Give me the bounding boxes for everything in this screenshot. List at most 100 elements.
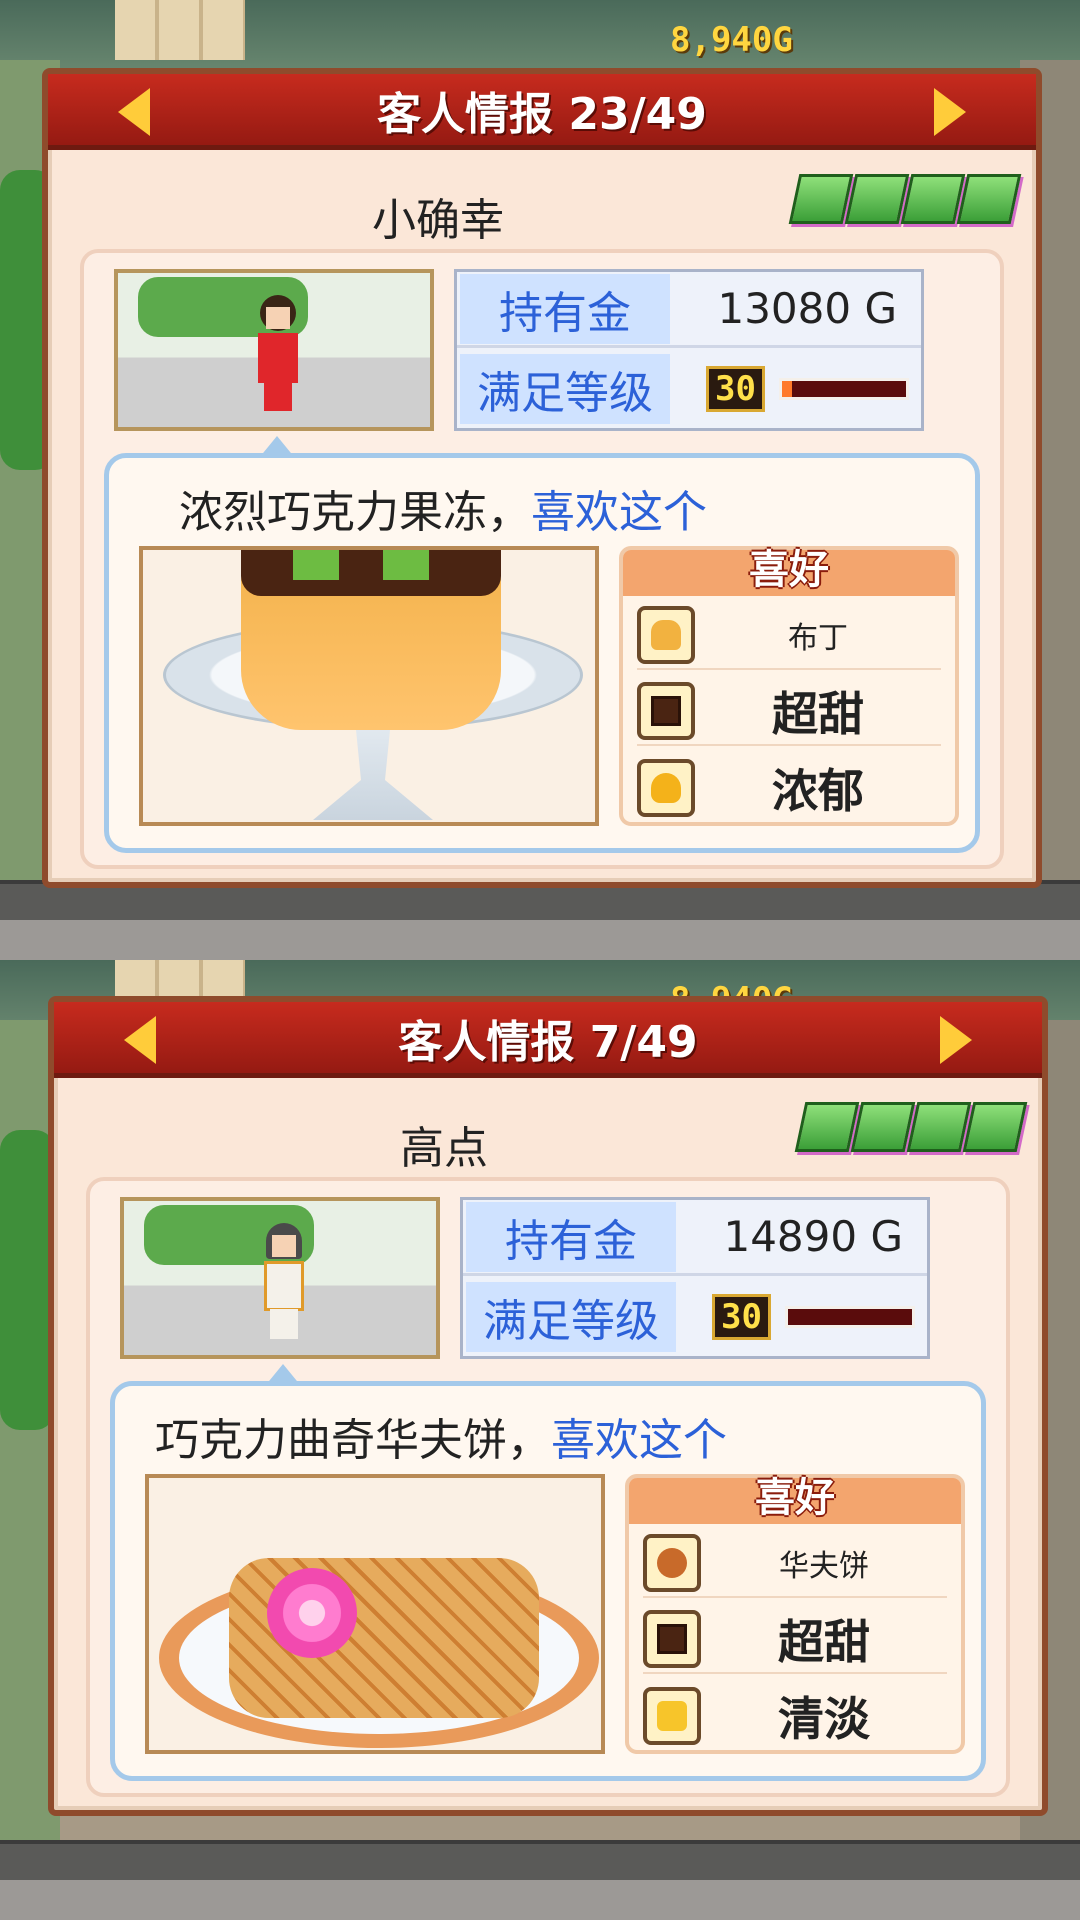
sprite-face <box>272 1235 296 1257</box>
satisfaction-progress-bar <box>778 378 909 400</box>
sprite-legs <box>264 381 292 411</box>
floor <box>0 1880 1080 1920</box>
money-row: 持有金 14890 G <box>463 1200 927 1276</box>
chocolate-icon-shape <box>651 696 681 726</box>
glass-stem <box>313 720 433 820</box>
prev-arrow-icon[interactable] <box>124 1016 156 1064</box>
preferences-header: 喜好 <box>623 547 955 596</box>
dialog-title: 客人情报 23/49 <box>377 88 707 140</box>
preferences-panel: 喜好 华夫饼 超甜 清淡 <box>625 1474 965 1754</box>
pref-item: 超甜 <box>643 1606 947 1674</box>
light-icon-shape <box>657 1701 687 1731</box>
money-stack-icon <box>794 1102 860 1152</box>
money-stack-icon <box>962 1102 1028 1152</box>
pref-label: 超甜 <box>778 1615 870 1669</box>
speech-text: 浓烈巧克力果冻，喜欢这个 <box>179 476 707 540</box>
money-stack-icon <box>956 174 1022 224</box>
pref-item: 清淡 <box>643 1682 947 1750</box>
pref-item: 超甜 <box>637 678 941 746</box>
pudding-icon-shape <box>651 620 681 650</box>
fence-rail <box>0 1840 1080 1880</box>
customer-portrait <box>114 269 434 431</box>
chocolate-icon-shape <box>657 1624 687 1654</box>
customer-sprite <box>250 295 306 415</box>
satisfaction-level-badge: 30 <box>712 1294 771 1340</box>
satisfaction-progress-fill <box>781 381 792 397</box>
sprite-outfit <box>264 1261 304 1311</box>
dialog-title: 客人情报 7/49 <box>398 1016 698 1068</box>
rank-money-stacks <box>788 174 1022 224</box>
sprite-outfit <box>258 333 298 383</box>
next-arrow-icon[interactable] <box>934 88 966 136</box>
money-row: 持有金 13080 G <box>457 272 921 348</box>
speech-like: 喜欢这个 <box>551 1415 727 1466</box>
chocolate-icon <box>637 682 695 740</box>
rank-money-stacks <box>794 1102 1028 1152</box>
money-value: 14890 G <box>723 1212 903 1261</box>
customer-portrait <box>120 1197 440 1359</box>
next-arrow-icon[interactable] <box>940 1016 972 1064</box>
rich-icon-shape <box>651 773 681 803</box>
pref-item: 布丁 <box>637 602 941 670</box>
money-value: 13080 G <box>717 284 897 333</box>
customer-name: 高点 <box>400 1123 488 1174</box>
customer-card: 持有金 13080 G 满足等级 30 浓烈巧克力果冻，喜欢这个 喜好 布丁 超… <box>80 249 1004 869</box>
dialog-titlebar: 客人情报 23/49 <box>48 74 1036 150</box>
pref-label: 浓郁 <box>772 764 864 818</box>
pref-label: 清淡 <box>778 1692 870 1746</box>
pref-item: 华夫饼 <box>643 1530 947 1598</box>
satisfaction-level-badge: 30 <box>706 366 765 412</box>
speech-text: 巧克力曲奇华夫饼，喜欢这个 <box>155 1404 727 1468</box>
customer-info-dialog: 客人情报 7/49 高点 持有金 14890 G 满足等级 30 巧克力曲奇华夫… <box>48 996 1048 1816</box>
sprite-face <box>266 307 290 329</box>
screenshot-top: 8,940G 客人情报 23/49 小确幸 持有金 13080 G 满足等级 3… <box>0 0 1080 960</box>
speech-dish: 巧克力曲奇华夫饼， <box>155 1415 551 1466</box>
customer-stats: 持有金 13080 G 满足等级 30 <box>454 269 924 431</box>
customer-stats: 持有金 14890 G 满足等级 30 <box>460 1197 930 1359</box>
prev-arrow-icon[interactable] <box>118 88 150 136</box>
dish-image <box>139 546 599 826</box>
screenshot-bottom: 8,940G 客人情报 7/49 高点 <box>0 960 1080 1920</box>
money-stack-icon <box>850 1102 916 1152</box>
dialog-titlebar: 客人情报 7/49 <box>54 1002 1042 1078</box>
preferences-header: 喜好 <box>629 1475 961 1524</box>
satisfaction-label: 满足等级 <box>460 354 670 424</box>
money-stack-icon <box>788 174 854 224</box>
customer-name: 小确幸 <box>372 195 504 246</box>
satisfaction-label: 满足等级 <box>466 1282 676 1352</box>
customer-card: 持有金 14890 G 满足等级 30 巧克力曲奇华夫饼，喜欢这个 喜好 华夫饼… <box>86 1177 1010 1797</box>
tree <box>0 1130 55 1430</box>
money-stack-icon <box>906 1102 972 1152</box>
floor <box>0 920 1080 960</box>
waffle-icon <box>643 1534 701 1592</box>
speech-bubble-tip <box>265 1364 301 1386</box>
speech-like: 喜欢这个 <box>531 487 707 538</box>
satisfaction-row: 满足等级 30 <box>463 1279 927 1355</box>
preferences-title: 喜好 <box>755 1475 835 1521</box>
rich-icon <box>637 759 695 817</box>
hud-money: 8,940G <box>670 20 793 60</box>
speech-bubble-tip <box>259 436 295 458</box>
pref-label: 超甜 <box>772 687 864 741</box>
kiwi-piece <box>293 550 339 580</box>
preferences-title: 喜好 <box>749 547 829 593</box>
pref-label: 华夫饼 <box>779 1549 869 1584</box>
customer-sprite <box>256 1223 312 1343</box>
satisfaction-progress-bar <box>784 1306 915 1328</box>
pudding-icon <box>637 606 695 664</box>
satisfaction-row: 满足等级 30 <box>457 351 921 427</box>
speech-bubble: 巧克力曲奇华夫饼，喜欢这个 喜好 华夫饼 超甜 清淡 <box>110 1364 986 1781</box>
customer-info-dialog: 客人情报 23/49 小确幸 持有金 13080 G 满足等级 30 浓烈巧克力… <box>42 68 1042 888</box>
chocolate-icon <box>643 1610 701 1668</box>
money-stack-icon <box>900 174 966 224</box>
money-label: 持有金 <box>460 273 670 344</box>
sprite-legs <box>270 1309 298 1339</box>
light-icon <box>643 1687 701 1745</box>
kiwi-piece <box>383 550 429 580</box>
waffle-icon-shape <box>657 1548 687 1578</box>
shop-shelf <box>115 0 245 60</box>
preferences-panel: 喜好 布丁 超甜 浓郁 <box>619 546 959 826</box>
money-stack-icon <box>844 174 910 224</box>
pref-label: 布丁 <box>788 621 848 656</box>
speech-dish: 浓烈巧克力果冻， <box>179 487 531 538</box>
